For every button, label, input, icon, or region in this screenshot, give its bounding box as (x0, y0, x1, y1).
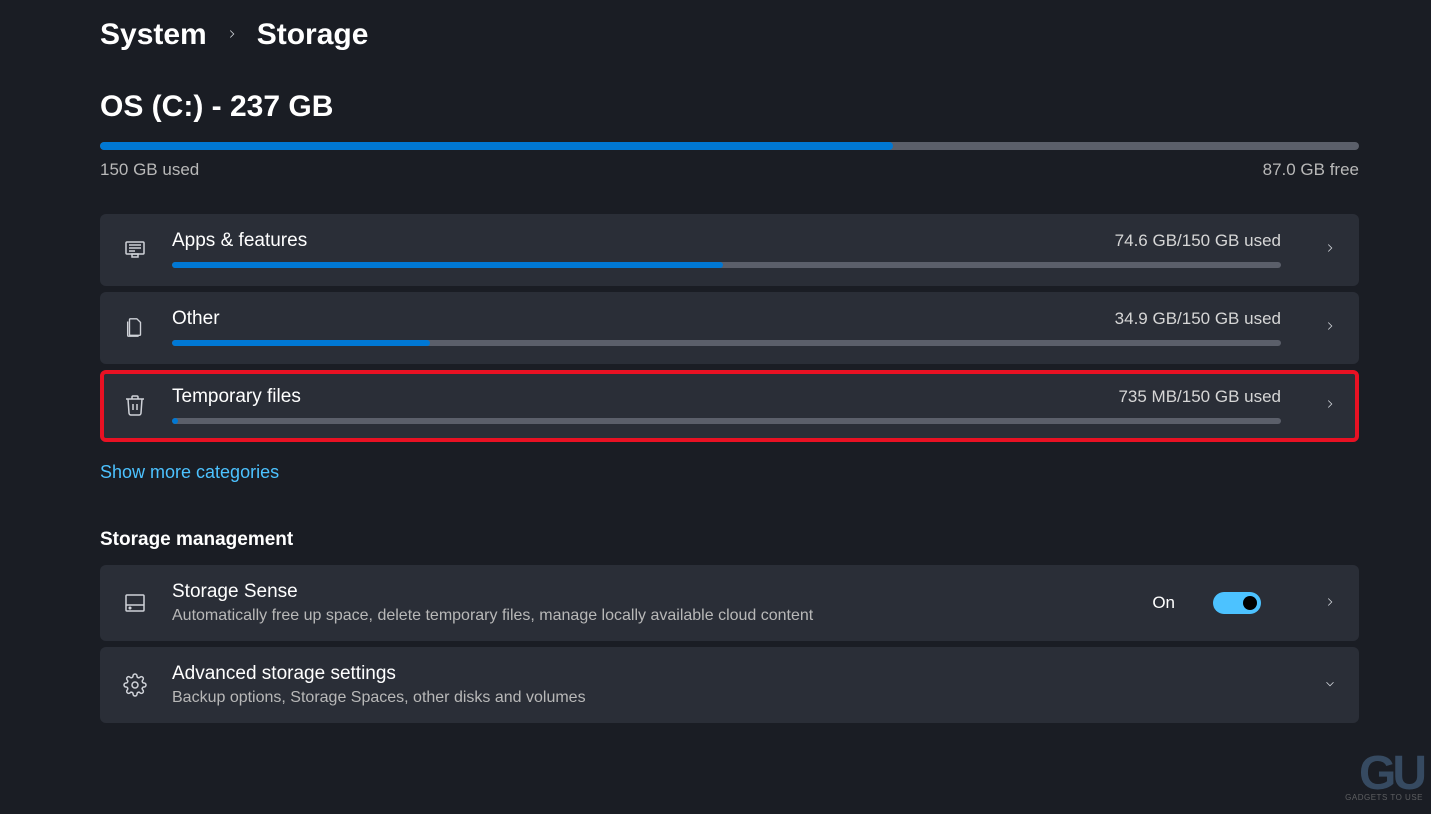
management-title: Advanced storage settings (172, 663, 1281, 685)
category-usage: 74.6 GB/150 GB used (1115, 231, 1281, 251)
category-body: Other 34.9 GB/150 GB used (172, 308, 1281, 346)
category-card-apps-features[interactable]: Apps & features 74.6 GB/150 GB used (100, 214, 1359, 286)
management-desc: Automatically free up space, delete temp… (172, 607, 1128, 625)
files-icon (122, 314, 148, 340)
toggle-label: On (1152, 593, 1175, 613)
chevron-right-icon (225, 24, 239, 47)
category-label: Temporary files (172, 386, 301, 408)
management-body: Storage Sense Automatically free up space… (172, 581, 1128, 625)
apps-icon (122, 236, 148, 262)
management-card-advanced-storage-settings[interactable]: Advanced storage settings Backup options,… (100, 647, 1359, 723)
chevron-right-icon (1323, 241, 1337, 258)
category-usage: 735 MB/150 GB used (1118, 387, 1281, 407)
management-desc: Backup options, Storage Spaces, other di… (172, 689, 1281, 707)
category-usage: 34.9 GB/150 GB used (1115, 309, 1281, 329)
breadcrumb-current: Storage (257, 18, 369, 52)
disk-icon (122, 590, 148, 616)
chevron-right-icon (1323, 397, 1337, 414)
drive-usage-labels: 150 GB used 87.0 GB free (100, 160, 1359, 180)
category-body: Apps & features 74.6 GB/150 GB used (172, 230, 1281, 268)
chevron-right-icon (1323, 595, 1337, 612)
watermark-logo: GU (1345, 755, 1423, 793)
gear-icon (122, 672, 148, 698)
watermark: GU GADGETS TO USE (1345, 755, 1423, 802)
storage-sense-toggle[interactable] (1213, 592, 1261, 614)
category-body: Temporary files 735 MB/150 GB used (172, 386, 1281, 424)
category-label: Other (172, 308, 220, 330)
category-bar (172, 262, 1281, 268)
category-bar (172, 340, 1281, 346)
chevron-right-icon (1323, 319, 1337, 336)
drive-free-label: 87.0 GB free (1263, 160, 1359, 180)
category-bar-fill (172, 418, 178, 424)
watermark-tag: GADGETS TO USE (1345, 793, 1423, 802)
category-bar-fill (172, 262, 723, 268)
category-label: Apps & features (172, 230, 307, 252)
chevron-down-icon (1323, 677, 1337, 694)
category-bar (172, 418, 1281, 424)
breadcrumb-parent[interactable]: System (100, 18, 207, 52)
category-card-temporary-files[interactable]: Temporary files 735 MB/150 GB used (100, 370, 1359, 442)
show-more-categories-link[interactable]: Show more categories (100, 462, 279, 483)
breadcrumb: System Storage (100, 18, 1359, 52)
trash-icon (122, 392, 148, 418)
management-body: Advanced storage settings Backup options,… (172, 663, 1281, 707)
storage-management-heading: Storage management (100, 529, 1359, 551)
drive-used-label: 150 GB used (100, 160, 199, 180)
drive-usage-bar (100, 142, 1359, 150)
category-bar-fill (172, 340, 430, 346)
management-card-storage-sense[interactable]: Storage Sense Automatically free up space… (100, 565, 1359, 641)
management-title: Storage Sense (172, 581, 1128, 603)
category-card-other[interactable]: Other 34.9 GB/150 GB used (100, 292, 1359, 364)
drive-title: OS (C:) - 237 GB (100, 90, 1359, 124)
drive-usage-fill (100, 142, 893, 150)
